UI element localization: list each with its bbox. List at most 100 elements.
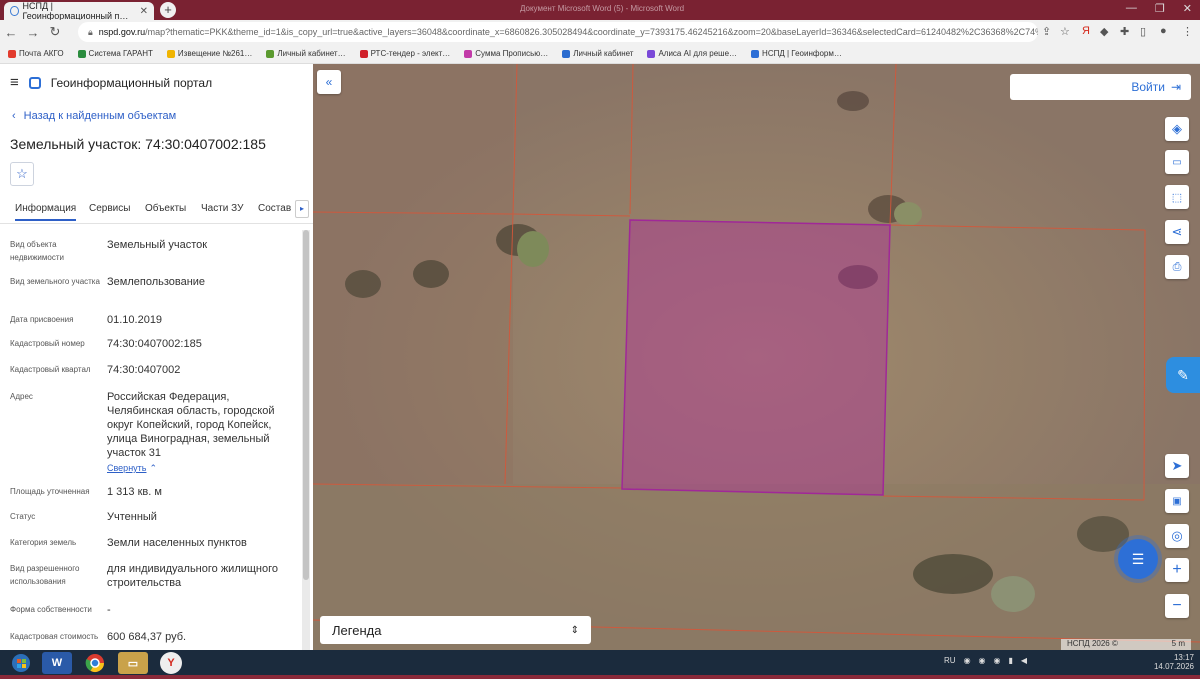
info-value: 74:30:0407002 bbox=[107, 364, 181, 376]
search-location-icon[interactable]: ◎ bbox=[1165, 524, 1189, 548]
bookmark-favicon-icon bbox=[464, 49, 473, 58]
tab-info[interactable]: Информация bbox=[15, 203, 77, 221]
map-copyright: НСПД 2026 © bbox=[1067, 639, 1118, 648]
sidebar-icon[interactable]: ▯ bbox=[1140, 25, 1146, 38]
close-tab-icon[interactable]: ✕ bbox=[140, 6, 148, 17]
share-icon[interactable]: ⇪ bbox=[1042, 25, 1051, 38]
minimize-icon[interactable]: — bbox=[1126, 2, 1137, 15]
legend-label: Легенда bbox=[332, 622, 382, 638]
share-map-icon[interactable]: ⋖ bbox=[1165, 220, 1189, 244]
tray-app-icon[interactable]: ◉ bbox=[994, 656, 1001, 665]
bookmark-item[interactable]: Сумма Прописью… bbox=[464, 49, 548, 58]
favorite-star-button[interactable]: ☆ bbox=[10, 162, 34, 186]
reload-icon[interactable]: ↻ bbox=[44, 24, 66, 40]
portal-logo-icon bbox=[28, 76, 41, 89]
clock[interactable]: 13:17 14.07.2026 bbox=[1154, 653, 1194, 671]
bookmark-item[interactable]: НСПД | Геоинформ… bbox=[751, 49, 842, 58]
bookmark-favicon-icon bbox=[8, 49, 16, 58]
bookmark-favicon-icon bbox=[647, 49, 656, 58]
lock-icon: 🔒︎ bbox=[88, 26, 93, 37]
selected-parcel[interactable] bbox=[621, 219, 891, 496]
browser-tab[interactable]: НСПД | Геоинформационный п… ✕ bbox=[4, 1, 154, 21]
start-button-icon[interactable] bbox=[6, 652, 36, 674]
scrollbar-thumb[interactable] bbox=[303, 230, 309, 580]
collapse-panel-button[interactable]: « bbox=[317, 70, 341, 94]
info-value: для индивидуального жилищного строительс… bbox=[107, 563, 279, 589]
print-icon[interactable]: ⎙ bbox=[1165, 255, 1189, 279]
back-arrow-icon[interactable]: ← bbox=[0, 25, 22, 40]
info-label: Вид объекта недвижимости bbox=[10, 240, 64, 262]
legend-dropdown[interactable]: Легенда ⇕ bbox=[320, 616, 591, 644]
satellite-imagery bbox=[313, 64, 1200, 650]
area-select-icon[interactable]: ⬚ bbox=[1165, 185, 1189, 209]
close-window-icon[interactable]: ✕ bbox=[1183, 2, 1192, 15]
tree bbox=[517, 231, 549, 267]
explorer-app-icon[interactable]: ▭ bbox=[118, 652, 148, 674]
bookmark-favicon-icon bbox=[562, 49, 571, 58]
maximize-icon[interactable]: ❐ bbox=[1155, 2, 1165, 15]
info-value: 74:30:0407002:185 bbox=[107, 338, 202, 350]
portal-name: Геоинформационный портал bbox=[50, 75, 213, 90]
puzzle-icon[interactable]: ✚ bbox=[1120, 25, 1129, 38]
url-domain: nspd.gov.ru bbox=[98, 27, 146, 37]
bookmark-item[interactable]: Почта АКГО bbox=[8, 49, 64, 58]
map-view[interactable]: « Войти ⇥ ◈ ▭ ⬚ ⋖ ⎙ ✎ ➤ ▣ ◎ + − ☰ Легенд… bbox=[313, 64, 1200, 650]
bookmark-item[interactable]: Алиса AI для реше… bbox=[647, 49, 737, 58]
tray-app-icon[interactable]: ◉ bbox=[964, 656, 971, 665]
yandex-extension-icon[interactable]: Я bbox=[1082, 25, 1090, 37]
minimap-icon[interactable]: ▣ bbox=[1165, 489, 1189, 513]
tab-objects[interactable]: Объекты bbox=[145, 203, 186, 214]
tab-composition[interactable]: Состав bbox=[258, 203, 291, 214]
chat-assistant-icon[interactable]: ☰ bbox=[1118, 539, 1158, 579]
chrome-app-icon[interactable] bbox=[80, 652, 110, 674]
ruler-icon[interactable]: ▭ bbox=[1165, 150, 1189, 174]
info-label: Площадь уточненная bbox=[10, 487, 90, 496]
login-button[interactable]: Войти ⇥ bbox=[1010, 74, 1191, 100]
tab-services[interactable]: Сервисы bbox=[89, 203, 130, 214]
extension-icon[interactable]: ◆ bbox=[1100, 25, 1108, 38]
bookmark-label: Извещение №261… bbox=[177, 49, 253, 58]
nspd-favicon-icon bbox=[10, 6, 19, 16]
page-title: Земельный участок: 74:30:0407002:185 bbox=[10, 136, 266, 152]
bookmark-item[interactable]: Извещение №261… bbox=[166, 49, 253, 58]
bookmark-item[interactable]: Система ГАРАНТ bbox=[77, 49, 153, 58]
tray-app-icon[interactable]: ◉ bbox=[979, 656, 986, 665]
volume-icon[interactable]: ◀ bbox=[1021, 656, 1027, 665]
panel-scrollbar[interactable] bbox=[302, 230, 310, 650]
info-label: Вид земельного участка bbox=[10, 277, 100, 286]
tab-parts[interactable]: Части ЗУ bbox=[201, 203, 243, 214]
bookmark-star-icon[interactable]: ☆ bbox=[1060, 25, 1070, 38]
profile-icon[interactable]: ● bbox=[1160, 25, 1167, 37]
bookmark-item[interactable]: Личный кабинет bbox=[562, 49, 633, 58]
zoom-out-button[interactable]: − bbox=[1165, 594, 1189, 618]
bookmarks-bar: Почта АКГО Система ГАРАНТ Извещение №261… Л… bbox=[0, 44, 1200, 64]
language-indicator[interactable]: RU bbox=[944, 656, 956, 665]
yandex-browser-icon[interactable]: Y bbox=[160, 652, 182, 674]
forward-arrow-icon[interactable]: → bbox=[22, 25, 44, 40]
info-label: Кадастровая стоимость bbox=[10, 632, 99, 641]
collapse-link[interactable]: Свернуть ⌃ bbox=[107, 461, 287, 475]
info-tabs: Информация Сервисы Объекты Части ЗУ Сост… bbox=[0, 198, 313, 224]
info-label: Кадастровый квартал bbox=[10, 365, 91, 374]
tree-shadow bbox=[413, 260, 449, 288]
feedback-tab-icon[interactable]: ✎ bbox=[1166, 357, 1200, 393]
back-to-results-link[interactable]: ‹ Назад к найденным объектам bbox=[12, 110, 176, 122]
zoom-in-button[interactable]: + bbox=[1165, 558, 1189, 582]
geolocation-icon[interactable]: ➤ bbox=[1165, 454, 1189, 478]
info-label: Кадастровый номер bbox=[10, 339, 85, 348]
hamburger-menu-icon[interactable]: ≡ bbox=[10, 74, 19, 91]
bookmark-item[interactable]: Личный кабинет… bbox=[266, 49, 346, 58]
info-label: Адрес bbox=[10, 392, 33, 401]
chevron-left-icon: ‹ bbox=[12, 110, 16, 122]
layers-icon[interactable]: ◈ bbox=[1165, 117, 1189, 141]
new-tab-button[interactable]: + bbox=[160, 2, 176, 18]
menu-dots-icon[interactable]: ⋮ bbox=[1182, 25, 1193, 38]
url-field[interactable]: 🔒︎ nspd.gov.ru/map?thematic=PKK&theme_id… bbox=[78, 22, 1038, 42]
bookmark-label: Алиса AI для реше… bbox=[658, 49, 738, 58]
network-icon[interactable]: ▮ bbox=[1009, 656, 1013, 665]
login-icon: ⇥ bbox=[1170, 80, 1181, 94]
chevron-updown-icon: ⇕ bbox=[570, 624, 579, 636]
bookmark-item[interactable]: РТС-тендер - элект… bbox=[359, 49, 450, 58]
word-app-icon[interactable]: W bbox=[42, 652, 72, 674]
tabs-scroll-right-icon[interactable]: ▸ bbox=[295, 200, 309, 218]
